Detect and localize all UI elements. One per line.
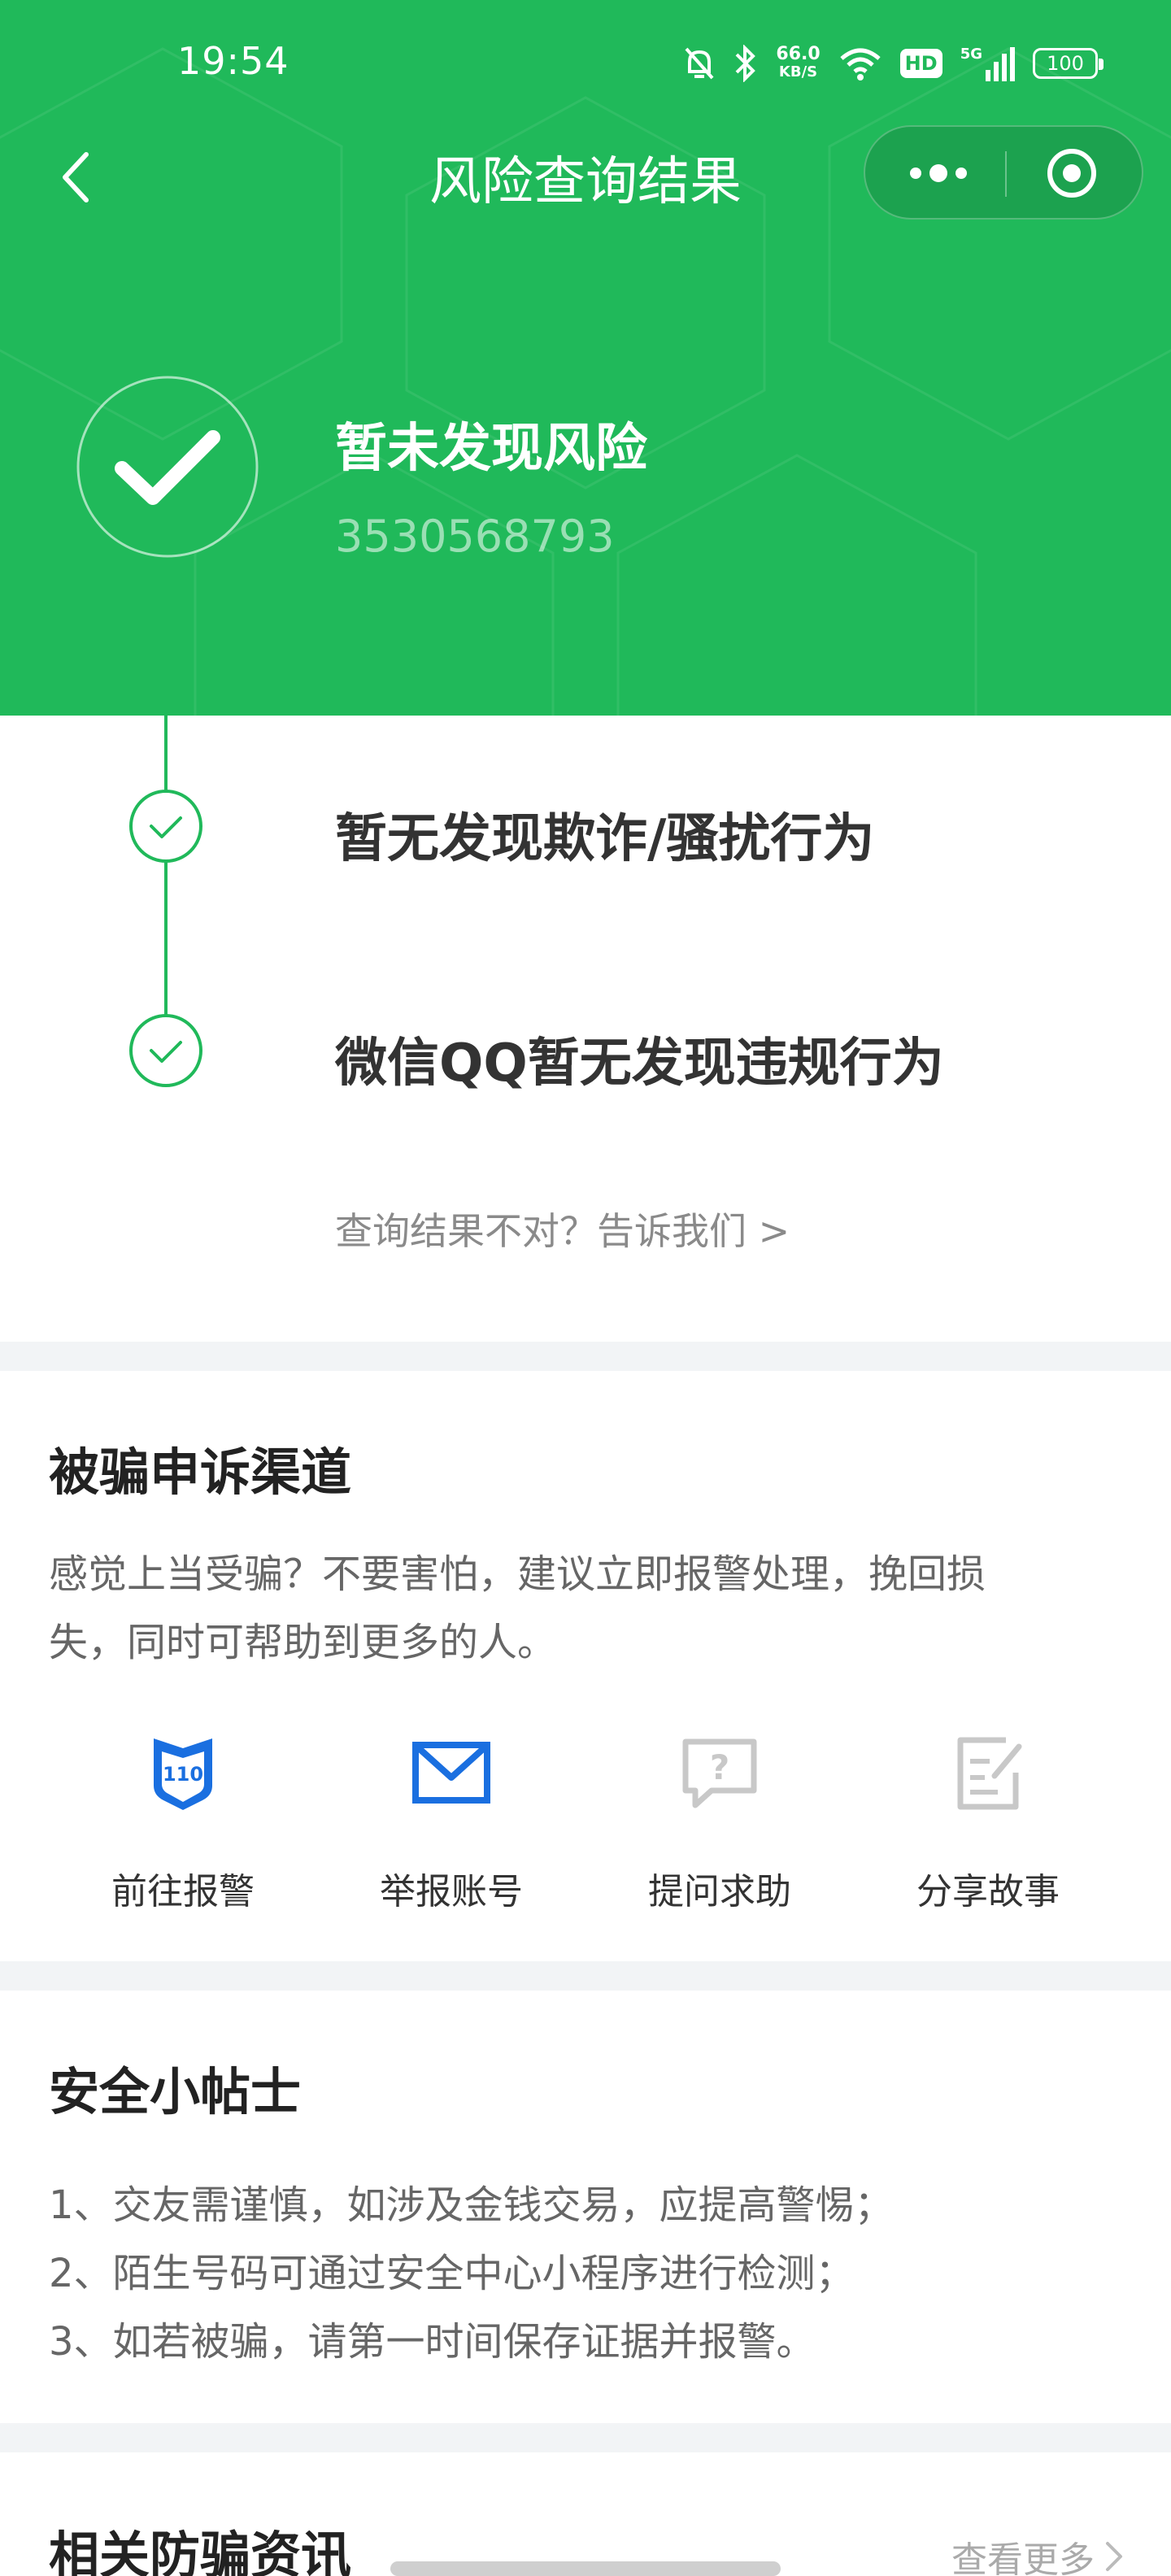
hexagon-background-pattern <box>0 47 1171 716</box>
appeal-title: 被骗申诉渠道 <box>49 1442 352 1502</box>
action-ask-help[interactable]: ? 提问求助 <box>586 1732 854 1927</box>
section-divider <box>0 1961 1171 1991</box>
check-item-violation: 微信QQ暂无发现违规行为 <box>0 1002 1171 1099</box>
network-speed: 66.0 KB/S <box>776 46 820 81</box>
tip-item: 3、如若被骗，请第一时间保存证据并报警。 <box>49 2319 816 2365</box>
news-title: 相关防骗资讯 <box>49 2526 352 2576</box>
tips-list: 1、交友需谨慎，如涉及金钱交易，应提高警惕； 2、陌生号码可通过安全中心小程序进… <box>49 2171 1122 2376</box>
bluetooth-icon <box>735 45 756 82</box>
action-call-police[interactable]: 110 前往报警 <box>49 1732 317 1927</box>
view-more-link[interactable]: 查看更多 <box>951 2530 1125 2576</box>
check-icon <box>76 376 259 558</box>
result-title: 暂未发现风险 <box>335 419 647 479</box>
signal-icon: 5G <box>960 46 1015 81</box>
tip-item: 2、陌生号码可通过安全中心小程序进行检测； <box>49 2251 855 2296</box>
police-110-icon: 110 <box>154 1738 212 1810</box>
action-share-story[interactable]: 分享故事 <box>854 1732 1122 1927</box>
result-summary: 暂未发现风险 3530568793 <box>0 374 1171 585</box>
section-divider <box>0 2423 1171 2452</box>
mute-bell-icon <box>685 47 714 80</box>
more-dots-icon[interactable] <box>898 145 979 202</box>
check-circle-icon <box>129 1014 202 1087</box>
capsule-divider <box>1005 151 1007 197</box>
speed-value: 66.0 <box>776 44 821 64</box>
network-type: 5G <box>960 46 982 63</box>
tip-item: 1、交友需谨慎，如涉及金钱交易，应提高警惕； <box>49 2182 894 2228</box>
check-item-fraud: 暂无发现欺诈/骚扰行为 <box>0 777 1171 875</box>
appeal-actions: 110 前往报警 举报账号 ? 提问求助 分享故事 <box>0 1732 1171 1927</box>
wifi-icon <box>840 48 881 80</box>
appeal-desc-line-2: 失，同时可帮助到更多的人。 <box>49 1620 557 1665</box>
check-item-label: 暂无发现欺诈/骚扰行为 <box>335 809 875 869</box>
status-bar: 19:54 66.0 KB/S HD 5G 100 <box>0 33 1171 98</box>
account-id: 3530568793 <box>335 511 615 562</box>
action-label: 前往报警 <box>111 1871 255 1912</box>
battery-icon: 100 <box>1033 48 1104 79</box>
miniprogram-capsule <box>864 125 1143 220</box>
appeal-desc-line-1: 感觉上当受骗？不要害怕，建议立即报警处理，挽回损 <box>49 1551 986 1597</box>
svg-text:?: ? <box>710 1747 729 1787</box>
section-divider <box>0 1342 1171 1371</box>
speed-unit: KB/S <box>778 63 818 80</box>
mail-icon <box>412 1742 490 1804</box>
hd-badge: HD <box>899 49 942 78</box>
police-badge-text: 110 <box>163 1763 203 1786</box>
status-icons: 66.0 KB/S HD 5G 100 <box>683 39 1104 88</box>
check-item-label: 微信QQ暂无发现违规行为 <box>335 1033 944 1094</box>
target-circle-icon[interactable] <box>1039 145 1104 202</box>
appeal-description: 感觉上当受骗？不要害怕，建议立即报警处理，挽回损 失，同时可帮助到更多的人。 <box>49 1540 1106 1677</box>
home-indicator <box>390 2561 781 2576</box>
action-label: 分享故事 <box>916 1871 1060 1912</box>
edit-note-icon <box>957 1737 1022 1810</box>
question-chat-icon: ? <box>682 1738 757 1808</box>
chevron-right-icon <box>1106 2542 1122 2571</box>
view-more-label: 查看更多 <box>951 2539 1095 2576</box>
status-time: 19:54 <box>177 39 289 83</box>
navigation-bar: 风险查询结果 <box>0 122 1171 228</box>
feedback-link[interactable]: 查询结果不对？告诉我们 > <box>335 1202 790 1255</box>
action-label: 举报账号 <box>380 1871 523 1912</box>
tips-title: 安全小帖士 <box>49 2062 302 2121</box>
check-circle-icon <box>129 790 202 863</box>
result-header: 19:54 66.0 KB/S HD 5G 100 风险查询结果 暂未发现风险 … <box>0 0 1171 716</box>
action-report-account[interactable]: 举报账号 <box>317 1732 586 1927</box>
action-label: 提问求助 <box>648 1871 791 1912</box>
